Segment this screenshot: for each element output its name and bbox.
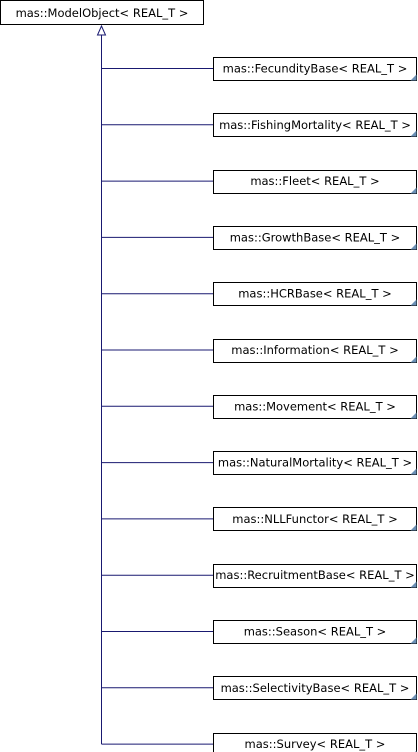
derived-class-node[interactable]: mas::NLLFunctor< REAL_T > <box>213 507 417 531</box>
derived-class-label: mas::Information< REAL_T > <box>231 343 398 357</box>
derived-class-label: mas::NaturalMortality< REAL_T > <box>218 456 412 470</box>
derived-class-label: mas::RecruitmentBase< REAL_T > <box>215 568 415 582</box>
derived-class-label: mas::Fleet< REAL_T > <box>250 174 379 188</box>
derived-class-node[interactable]: mas::HCRBase< REAL_T > <box>213 282 417 306</box>
inheritance-arrowhead <box>96 24 107 36</box>
derived-class-node[interactable]: mas::Fleet< REAL_T > <box>213 170 417 194</box>
derived-class-nodes: mas::FecundityBase< REAL_T >mas::Fishing… <box>213 57 417 752</box>
root-class-node[interactable]: mas::ModelObject< REAL_T > <box>0 0 204 25</box>
derived-class-label: mas::FecundityBase< REAL_T > <box>223 62 408 76</box>
derived-class-node[interactable]: mas::FecundityBase< REAL_T > <box>213 57 417 81</box>
inheritance-edges <box>96 24 214 745</box>
derived-class-label: mas::Season< REAL_T > <box>244 625 387 639</box>
derived-class-label: mas::Movement< REAL_T > <box>234 399 396 413</box>
derived-class-label: mas::SelectivityBase< REAL_T > <box>221 681 410 695</box>
derived-class-label: mas::HCRBase< REAL_T > <box>238 287 392 301</box>
derived-class-node[interactable]: mas::GrowthBase< REAL_T > <box>213 226 417 250</box>
derived-class-node[interactable]: mas::RecruitmentBase< REAL_T > <box>213 564 417 588</box>
derived-class-label: mas::Survey< REAL_T > <box>245 737 386 751</box>
derived-class-node[interactable]: mas::SelectivityBase< REAL_T > <box>213 676 417 700</box>
root-class-label: mas::ModelObject< REAL_T > <box>16 6 189 20</box>
derived-class-label: mas::GrowthBase< REAL_T > <box>230 230 401 244</box>
derived-class-label: mas::NLLFunctor< REAL_T > <box>232 512 397 526</box>
derived-class-node[interactable]: mas::Information< REAL_T > <box>213 339 417 363</box>
derived-class-node[interactable]: mas::FishingMortality< REAL_T > <box>213 113 417 137</box>
derived-class-node[interactable]: mas::NaturalMortality< REAL_T > <box>213 451 417 475</box>
derived-class-node[interactable]: mas::Season< REAL_T > <box>213 620 417 644</box>
derived-class-node[interactable]: mas::Movement< REAL_T > <box>213 395 417 419</box>
derived-class-node[interactable]: mas::Survey< REAL_T > <box>213 733 417 752</box>
inheritance-diagram: mas::ModelObject< REAL_T > mas::Fecundit… <box>0 0 417 752</box>
derived-class-label: mas::FishingMortality< REAL_T > <box>219 118 411 132</box>
